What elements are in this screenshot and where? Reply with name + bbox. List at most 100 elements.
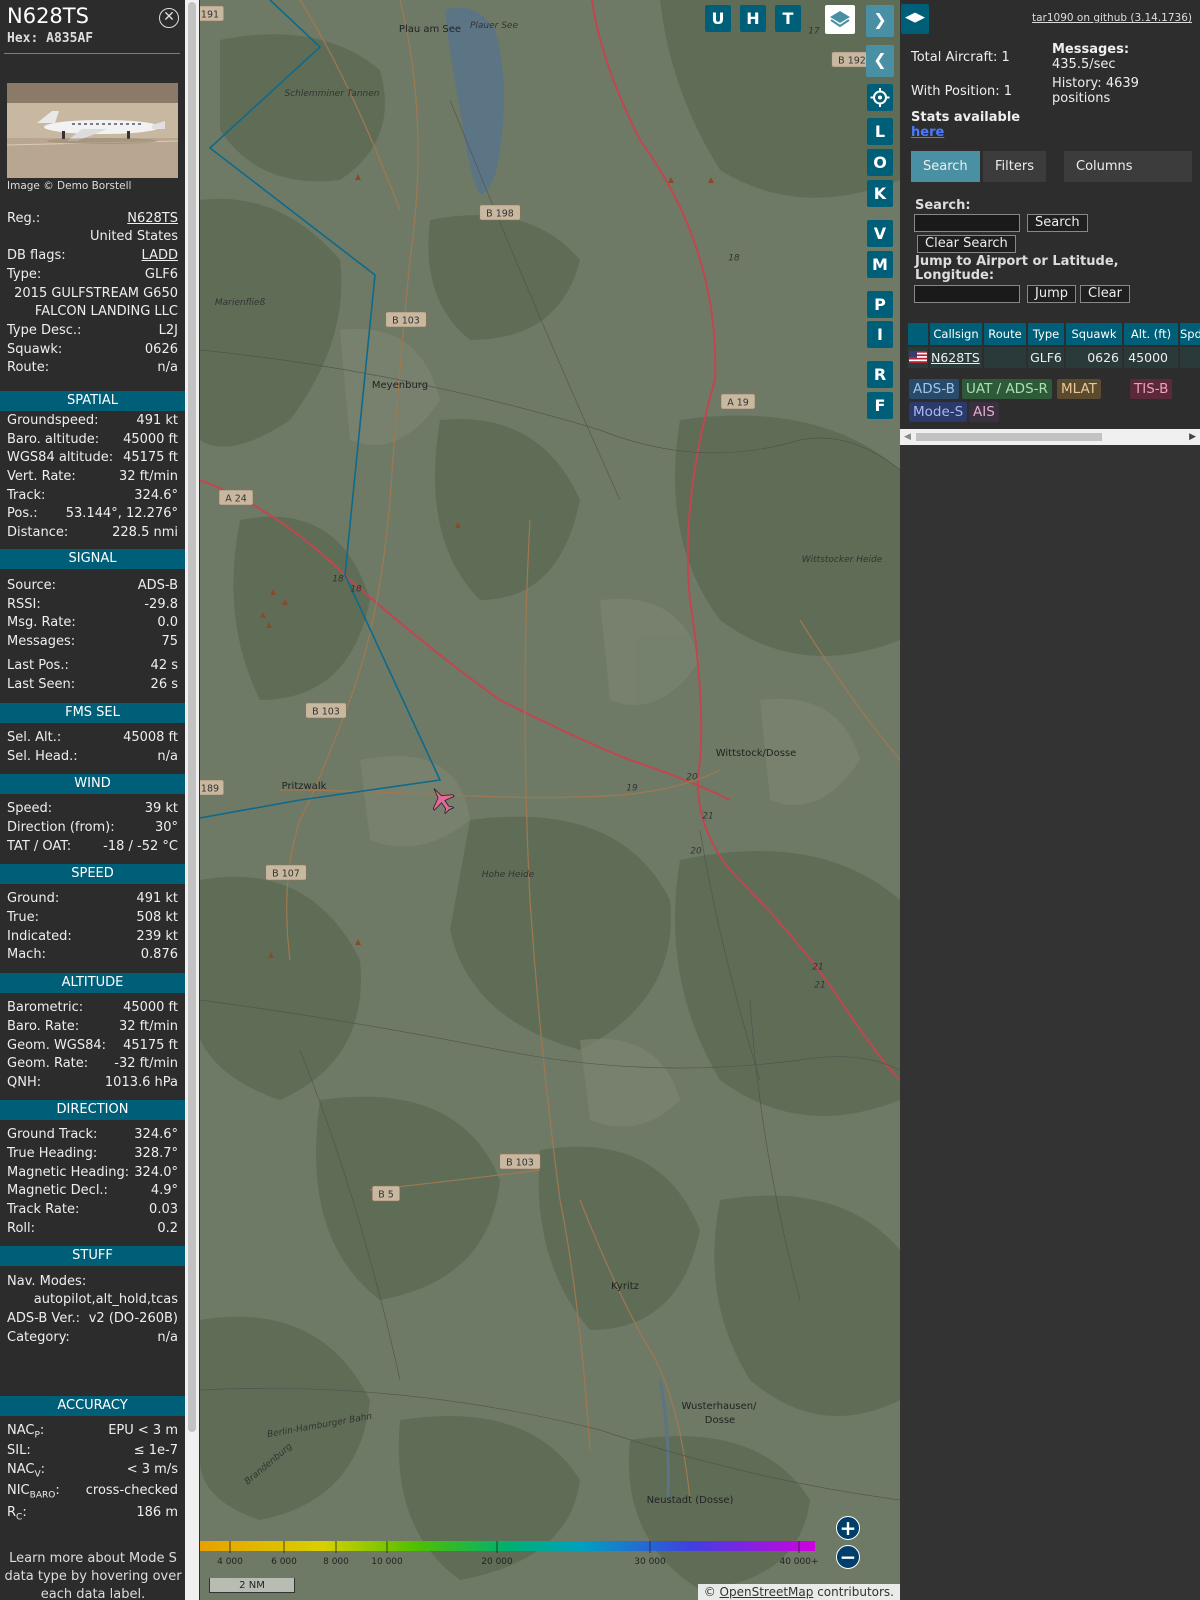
column-header-flag[interactable]	[908, 323, 928, 345]
clear-search-button[interactable]: Clear Search	[917, 235, 1016, 253]
sidebar-scrollbar[interactable]	[185, 0, 199, 1600]
road-shield-label: 18	[332, 575, 344, 585]
expand-panel-button[interactable]: ❯	[866, 5, 894, 37]
column-header-altitude[interactable]: Alt. (ft)	[1124, 323, 1178, 345]
accuracy-label: SIL:	[7, 1442, 31, 1460]
speed-label: Mach:	[7, 947, 46, 962]
tab-search[interactable]: Search	[911, 151, 980, 182]
column-header-route[interactable]: Route	[984, 323, 1026, 345]
altitude-label: QNH:	[7, 1075, 42, 1090]
toggle-button-i[interactable]: I	[867, 321, 893, 348]
attribution-suffix: contributors.	[813, 1585, 894, 1599]
toggle-button-l[interactable]: L	[867, 118, 893, 145]
tab-filters[interactable]: Filters	[983, 151, 1046, 182]
column-header-squawk[interactable]: Squawk	[1066, 323, 1122, 345]
spatial-value: 324.6°	[134, 488, 178, 503]
nav-modes-label-row: Nav. Modes:	[7, 1273, 178, 1291]
altitude-row: Geom. WGS84: 45175 ft	[7, 1037, 178, 1055]
zoom-out-button[interactable]: −	[836, 1545, 860, 1569]
collapse-panel-button[interactable]: ❮	[866, 45, 894, 77]
sidebar-scrollbar-thumb[interactable]	[188, 2, 196, 1432]
section-header-altitude[interactable]: ALTITUDE	[0, 973, 185, 993]
road-shield: A 24	[218, 489, 254, 506]
section-header-speed[interactable]: SPEED	[0, 864, 185, 884]
tar1090-window: N628TS Hex: A835AF ✕ Image © Demo Borste…	[0, 0, 1200, 1600]
github-link[interactable]: tar1090 on github (3.14.1736)	[1032, 12, 1192, 24]
map-view[interactable]: B 198 B 103 B 103 B 103 B 107 B 5 A 19 A 24 B 19…	[200, 0, 900, 1600]
direction-value: 0.2	[157, 1221, 178, 1236]
detail-link[interactable]: N628TS	[127, 210, 178, 228]
direction-row: Track Rate: 0.03	[7, 1201, 178, 1219]
direction-label: True Heading:	[7, 1146, 98, 1161]
tab-columns[interactable]: Columns	[1064, 151, 1145, 182]
scroll-right-icon[interactable]: ▶	[1189, 429, 1196, 445]
search-button[interactable]: Search	[1027, 214, 1088, 232]
search-input[interactable]	[914, 214, 1020, 232]
map-canvas[interactable]: B 198 B 103 B 103 B 103 B 107 B 5 A 19 A 24 B 19…	[200, 0, 900, 1600]
section-header-direction[interactable]: DIRECTION	[0, 1100, 185, 1120]
signal-value: 26 s	[150, 677, 178, 692]
image-credit: Image © Demo Borstell	[7, 180, 132, 192]
layers-button[interactable]	[825, 5, 855, 34]
table-horizontal-scrollbar[interactable]: ◀ ▶	[900, 429, 1200, 445]
section-header-signal[interactable]: SIGNAL	[0, 549, 185, 569]
source-chip-ads-b: ADS-B	[909, 379, 959, 399]
toggle-button-h[interactable]: H	[740, 5, 766, 32]
accuracy-value: ≤ 1e-7	[133, 1443, 178, 1458]
road-shield-label: 21	[702, 812, 713, 822]
spatial-value: 491 kt	[136, 413, 178, 428]
nav-modes-value: autopilot,alt_hold,tcas	[33, 1292, 178, 1307]
column-header-type[interactable]: Type	[1028, 323, 1064, 345]
toggle-button-p[interactable]: P	[867, 291, 893, 318]
panel-empty-area	[900, 437, 1200, 1600]
jump-input[interactable]	[914, 285, 1020, 303]
road-shield-label: 189	[201, 784, 219, 795]
direction-row: Magnetic Heading: 324.0°	[7, 1164, 178, 1182]
direction-row: Magnetic Decl.: 4.9°	[7, 1182, 178, 1200]
fms-value: 45008 ft	[123, 730, 178, 745]
aircraft-photo[interactable]	[7, 83, 178, 178]
road-shield-label: B 103	[392, 316, 420, 327]
signal-row: Last Seen: 26 s	[7, 676, 178, 694]
column-header-callsign[interactable]: Callsign	[930, 323, 982, 345]
signal-label: Last Pos.:	[7, 658, 69, 673]
wind-value: 30°	[154, 820, 178, 835]
section-header-spatial[interactable]: SPATIAL	[0, 391, 185, 411]
stats-link[interactable]: here	[911, 125, 944, 140]
section-header-fms[interactable]: FMS SEL	[0, 703, 185, 723]
road-shield-label: 18	[350, 585, 362, 595]
callsign-cell[interactable]: N628TS	[930, 347, 982, 368]
toggle-button-m[interactable]: M	[867, 251, 893, 278]
section-header-wind[interactable]: WIND	[0, 774, 185, 794]
toggle-button-f[interactable]: F	[867, 392, 893, 419]
source-chip-uat-ads-r: UAT / ADS-R	[962, 379, 1052, 399]
osm-link[interactable]: OpenStreetMap	[720, 1585, 814, 1599]
signal-label: Last Seen:	[7, 677, 76, 692]
direction-label: Ground Track:	[7, 1127, 98, 1142]
toggle-button-k[interactable]: K	[867, 180, 893, 207]
direction-value: 324.0°	[134, 1165, 178, 1180]
toggle-button-o[interactable]: O	[867, 149, 893, 176]
settings-button[interactable]	[867, 84, 893, 111]
signal-row: Msg. Rate: 0.0	[7, 614, 178, 632]
tab-spacer	[1136, 151, 1192, 182]
toggle-button-v[interactable]: V	[867, 220, 893, 247]
toggle-layout-button[interactable]: ◀▶	[901, 4, 929, 34]
zoom-in-button[interactable]: +	[836, 1516, 860, 1540]
toggle-button-r[interactable]: R	[867, 361, 893, 388]
road-shield: 20	[690, 847, 702, 857]
jump-button[interactable]: Jump	[1027, 285, 1076, 303]
close-icon[interactable]: ✕	[159, 8, 179, 28]
horizontal-scrollbar-thumb[interactable]	[916, 433, 1102, 441]
clear-jump-button[interactable]: Clear	[1080, 285, 1130, 303]
column-header-speed[interactable]: Spd.	[1180, 323, 1200, 345]
toggle-button-u[interactable]: U	[705, 5, 731, 32]
section-header-stuff[interactable]: STUFF	[0, 1246, 185, 1266]
toggle-button-t[interactable]: T	[775, 5, 801, 32]
spatial-value: 53.144°, 12.276°	[65, 506, 178, 521]
detail-link[interactable]: LADD	[142, 247, 178, 265]
scroll-left-icon[interactable]: ◀	[904, 429, 911, 445]
road-shield-label: 20	[686, 773, 698, 783]
signal-value: 75	[161, 634, 178, 649]
section-header-accuracy[interactable]: ACCURACY	[0, 1396, 185, 1416]
